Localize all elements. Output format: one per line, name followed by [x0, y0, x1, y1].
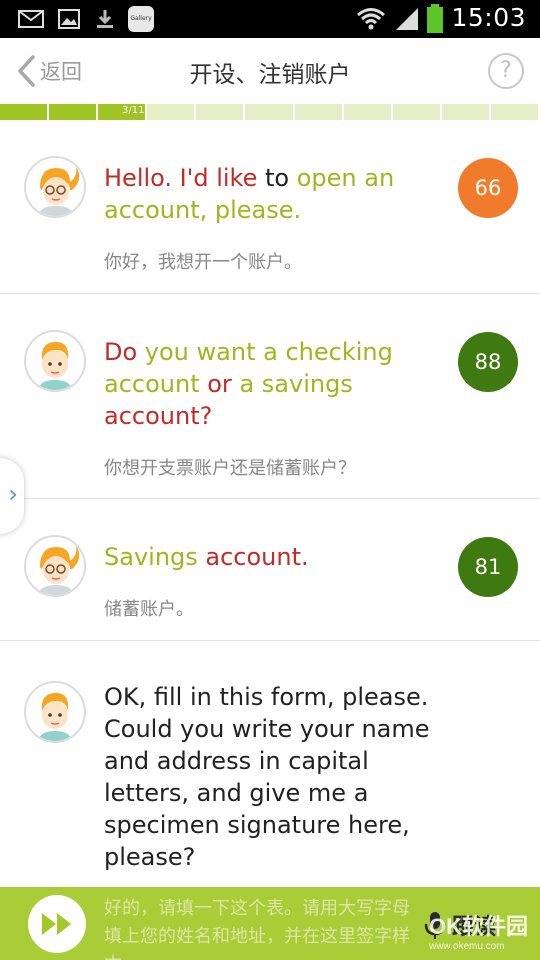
- dialog-english: Hello. I'd like to open an account, plea…: [104, 162, 444, 226]
- woman-avatar-icon: [26, 537, 84, 595]
- dialog-translation: 你好，我想开一个账户。: [104, 252, 302, 273]
- watermark-url: www.okemu.com: [428, 941, 505, 952]
- progress-segment: [294, 104, 344, 120]
- man-avatar-icon: [26, 332, 84, 390]
- watermark-text: OK软件园: [428, 914, 528, 939]
- progress-segment: [343, 104, 393, 120]
- progress-segment: [490, 104, 540, 120]
- dialog-line[interactable]: Savings account. 储蓄账户。 81: [0, 499, 540, 641]
- app-header: 返回 开设、注销账户 ?: [0, 38, 540, 104]
- score-badge[interactable]: 81: [458, 537, 518, 597]
- dialog-line[interactable]: Do you want a checking account or a savi…: [0, 294, 540, 499]
- dialog-word: or: [207, 370, 240, 398]
- dialog-word: a savings: [239, 370, 353, 398]
- progress-segment: [245, 104, 295, 120]
- chevron-right-icon: ›: [8, 480, 18, 508]
- dialog-word: like: [216, 164, 265, 192]
- dialog-word: Do: [104, 338, 145, 366]
- dialog-translation: 你想开支票账户还是储蓄账户？: [104, 458, 356, 479]
- progress-segment: [196, 104, 246, 120]
- help-button[interactable]: ?: [488, 53, 524, 89]
- avatar-man: [24, 330, 86, 392]
- man-avatar-icon: [26, 683, 84, 741]
- avatar-woman: [24, 535, 86, 597]
- play-all-button[interactable]: [28, 895, 86, 953]
- score-badge[interactable]: 66: [458, 158, 518, 218]
- avatar-woman: [24, 156, 86, 218]
- progress-segment: [392, 104, 442, 120]
- progress-segment: [49, 104, 99, 120]
- page-title: 开设、注销账户: [189, 62, 351, 88]
- dialog-word: OK, fill in this form, please. Could you…: [104, 683, 430, 871]
- bottom-bar: 好的，请填一下这个表。请用大写字母填上您的姓名和地址，并在这里签字样本。 跟读 …: [0, 887, 540, 960]
- download-icon: [97, 10, 113, 28]
- woman-avatar-icon: [26, 158, 84, 216]
- gallery-app-icon: Gallery: [128, 6, 154, 32]
- dialog-english: Savings account.: [104, 541, 444, 573]
- gallery-app-label: Gallery: [130, 15, 152, 22]
- status-bar: Gallery 15:03: [0, 0, 540, 38]
- dialog-english: Do you want a checking account or a savi…: [104, 336, 444, 432]
- dialog-line[interactable]: Hello. I'd like to open an account, plea…: [0, 120, 540, 294]
- dialog-translation: 储蓄账户。: [104, 599, 194, 620]
- dialog-word: Hello. I'd: [104, 164, 217, 192]
- watermark: OK软件园 www.okemu.com: [429, 909, 528, 952]
- dialog-english: OK, fill in this form, please. Could you…: [104, 681, 434, 873]
- dialog-word: Savings: [104, 543, 206, 571]
- lesson-progress-bar: 3/11: [0, 104, 540, 120]
- dialog-word: to: [265, 164, 297, 192]
- mail-icon: [18, 10, 44, 28]
- progress-segment: [0, 104, 50, 120]
- signal-icon: [396, 8, 418, 30]
- battery-icon: [427, 4, 443, 33]
- wifi-icon: [357, 8, 385, 30]
- clock: 15:03: [451, 3, 526, 32]
- image-icon: [58, 9, 80, 29]
- last-line-translation: 好的，请填一下这个表。请用大写字母填上您的姓名和地址，并在这里签字样本。: [104, 898, 410, 960]
- score-badge[interactable]: 88: [458, 332, 518, 392]
- dialog-word: account.: [205, 543, 309, 571]
- dialog-word: account?: [104, 402, 213, 430]
- fast-forward-icon: [42, 913, 71, 935]
- side-drawer-handle[interactable]: ›: [0, 458, 24, 534]
- progress-segment: [147, 104, 197, 120]
- progress-segment: [441, 104, 491, 120]
- avatar-man: [24, 681, 86, 743]
- progress-label: 3/11: [122, 105, 145, 116]
